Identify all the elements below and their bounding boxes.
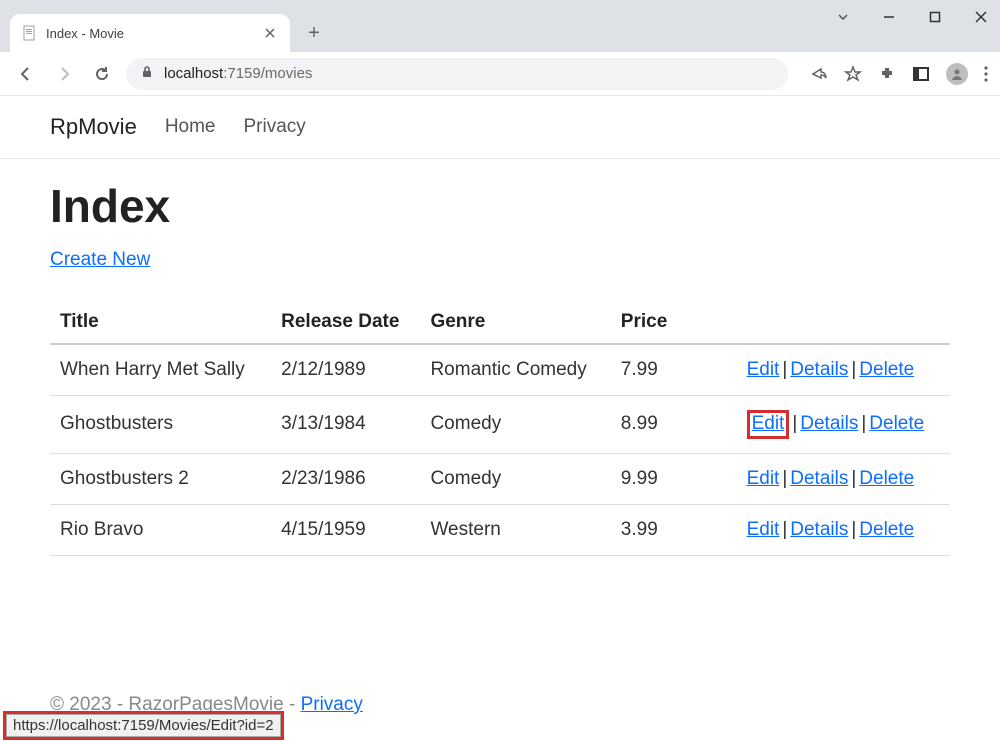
share-icon[interactable] — [810, 65, 828, 83]
cell-title: Ghostbusters 2 — [50, 453, 271, 504]
cell-date: 2/12/1989 — [271, 344, 420, 396]
nav-home[interactable]: Home — [165, 116, 216, 138]
tab-title: Index - Movie — [46, 26, 262, 41]
cell-title: When Harry Met Sally — [50, 344, 271, 396]
sidebar-icon[interactable] — [912, 65, 930, 83]
details-link[interactable]: Details — [790, 468, 848, 489]
url-bar[interactable]: localhost:7159/movies — [126, 58, 788, 90]
close-icon[interactable] — [972, 10, 990, 29]
cell-date: 4/15/1959 — [271, 504, 420, 555]
create-new-link[interactable]: Create New — [50, 249, 150, 270]
details-link[interactable]: Details — [790, 359, 848, 380]
col-actions — [737, 301, 950, 344]
cell-price: 3.99 — [611, 504, 737, 555]
col-genre: Genre — [420, 301, 610, 344]
footer-text: © 2023 - RazorPagesMovie - — [50, 694, 301, 715]
col-price: Price — [611, 301, 737, 344]
table-row: When Harry Met Sally 2/12/1989 Romantic … — [50, 344, 950, 396]
edit-link[interactable]: Edit — [747, 359, 780, 380]
cell-genre: Comedy — [420, 453, 610, 504]
table-row: Ghostbusters 3/13/1984 Comedy 8.99 Edit|… — [50, 396, 950, 454]
edit-link[interactable]: Edit — [747, 519, 780, 540]
delete-link[interactable]: Delete — [859, 359, 914, 380]
details-link[interactable]: Details — [790, 519, 848, 540]
back-button[interactable] — [12, 60, 40, 88]
cell-actions: Edit|Details|Delete — [737, 453, 950, 504]
tab-favicon — [22, 25, 38, 41]
url-text: localhost:7159/movies — [164, 65, 312, 82]
browser-tab-strip: Index - Movie + — [0, 0, 1000, 52]
cell-date: 3/13/1984 — [271, 396, 420, 454]
movies-table: Title Release Date Genre Price When Harr… — [50, 301, 950, 556]
caret-down-icon[interactable] — [834, 10, 852, 29]
brand[interactable]: RpMovie — [50, 114, 137, 140]
footer: © 2023 - RazorPagesMovie - Privacy — [50, 694, 363, 716]
cell-genre: Comedy — [420, 396, 610, 454]
footer-privacy-link[interactable]: Privacy — [301, 694, 363, 715]
edit-link[interactable]: Edit — [747, 468, 780, 489]
edit-link[interactable]: Edit — [752, 413, 785, 434]
minimize-icon[interactable] — [880, 10, 898, 29]
nav-privacy[interactable]: Privacy — [244, 116, 306, 138]
site-navbar: RpMovie Home Privacy — [0, 96, 1000, 159]
page-title: Index — [50, 179, 950, 233]
cell-actions: Edit|Details|Delete — [737, 504, 950, 555]
cell-actions: Edit|Details|Delete — [737, 344, 950, 396]
lock-icon — [140, 65, 154, 83]
page: RpMovie Home Privacy Index Create New Ti… — [0, 96, 1000, 556]
highlight-edit: Edit — [747, 410, 790, 439]
toolbar-right — [810, 63, 988, 85]
col-release-date: Release Date — [271, 301, 420, 344]
window-controls — [834, 10, 990, 29]
col-title: Title — [50, 301, 271, 344]
new-tab-button[interactable]: + — [300, 19, 328, 47]
details-link[interactable]: Details — [800, 413, 858, 434]
cell-title: Rio Bravo — [50, 504, 271, 555]
maximize-icon[interactable] — [926, 10, 944, 29]
star-icon[interactable] — [844, 65, 862, 83]
cell-genre: Romantic Comedy — [420, 344, 610, 396]
delete-link[interactable]: Delete — [859, 468, 914, 489]
table-row: Ghostbusters 2 2/23/1986 Comedy 9.99 Edi… — [50, 453, 950, 504]
content: Index Create New Title Release Date Genr… — [0, 159, 1000, 556]
cell-date: 2/23/1986 — [271, 453, 420, 504]
reload-button[interactable] — [88, 60, 116, 88]
cell-price: 9.99 — [611, 453, 737, 504]
status-bar: https://localhost:7159/Movies/Edit?id=2 — [6, 714, 281, 737]
cell-actions: Edit|Details|Delete — [737, 396, 950, 454]
extensions-icon[interactable] — [878, 65, 896, 83]
address-bar: localhost:7159/movies — [0, 52, 1000, 96]
tab-close-icon[interactable] — [262, 25, 278, 41]
delete-link[interactable]: Delete — [869, 413, 924, 434]
profile-avatar[interactable] — [946, 63, 968, 85]
cell-genre: Western — [420, 504, 610, 555]
browser-tab[interactable]: Index - Movie — [10, 14, 290, 52]
cell-price: 7.99 — [611, 344, 737, 396]
delete-link[interactable]: Delete — [859, 519, 914, 540]
kebab-menu-icon[interactable] — [984, 66, 988, 82]
table-row: Rio Bravo 4/15/1959 Western 3.99 Edit|De… — [50, 504, 950, 555]
cell-price: 8.99 — [611, 396, 737, 454]
forward-button[interactable] — [50, 60, 78, 88]
cell-title: Ghostbusters — [50, 396, 271, 454]
